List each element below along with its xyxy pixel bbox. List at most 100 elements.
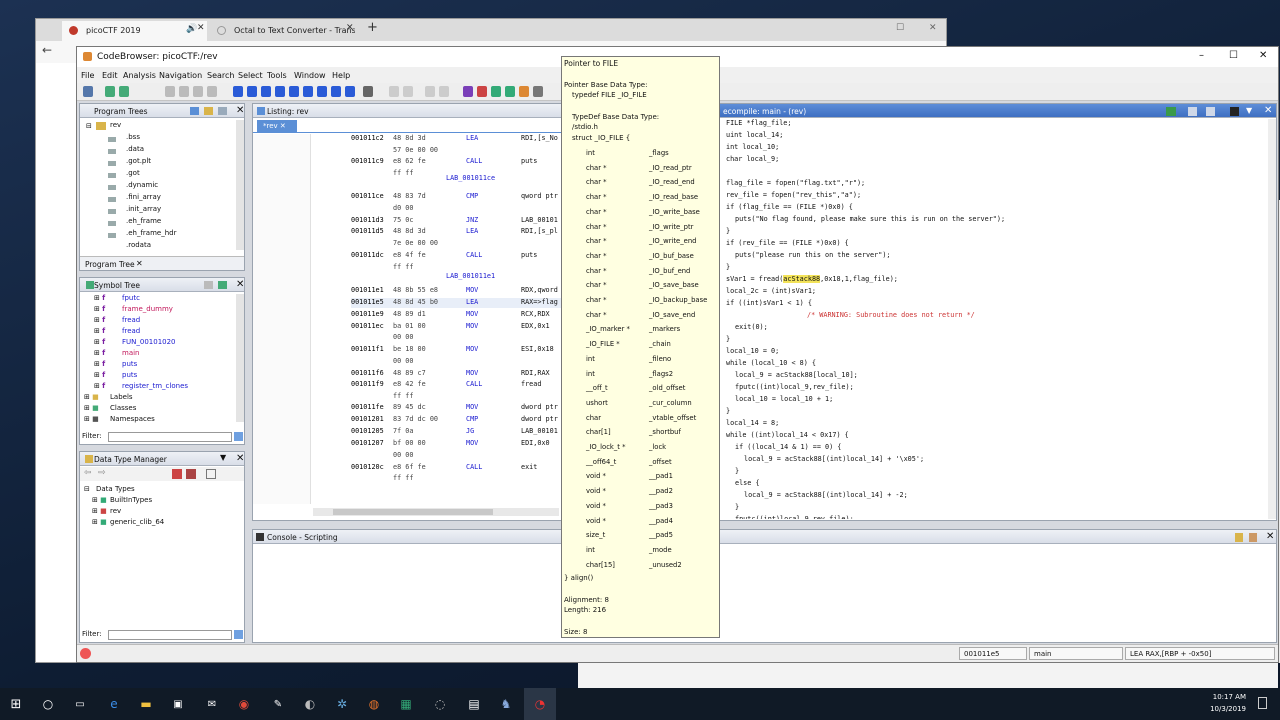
symbol-item[interactable]: main xyxy=(122,349,140,357)
code-line[interactable]: FILE *flag_file; xyxy=(726,119,791,127)
code-line[interactable]: if ((local_14 & 1) == 0) { xyxy=(735,443,841,451)
editor-icon[interactable]: ✎ xyxy=(270,696,286,712)
dropdown-icon[interactable]: ▼ xyxy=(220,453,226,462)
code-line[interactable]: } xyxy=(726,335,730,343)
close-icon[interactable]: ✕ xyxy=(1264,105,1272,116)
panel-icon[interactable] xyxy=(218,107,227,115)
listing-body[interactable]: LAB_001011ce LAB_001011e1 001011c2 48 8d 3d… xyxy=(351,134,561,504)
code-line[interactable]: local_10 = local_10 + 1; xyxy=(735,395,833,403)
tree-expand-icon[interactable]: ⊟ xyxy=(86,122,92,130)
rev-types-item[interactable]: rev xyxy=(110,507,121,515)
symbol-item[interactable]: puts xyxy=(122,371,137,379)
filter-options-icon[interactable] xyxy=(234,630,243,639)
snapshot-icon[interactable] xyxy=(1206,107,1215,116)
nav-external-icon[interactable] xyxy=(331,86,341,97)
start-icon[interactable]: ⊞ xyxy=(8,696,24,712)
task-view-icon[interactable]: ▭ xyxy=(72,696,88,712)
symbol-item[interactable]: fread xyxy=(122,316,140,324)
code-line[interactable]: while (local_10 < 8) { xyxy=(726,359,816,367)
nav-function-icon[interactable] xyxy=(303,86,313,97)
tree-item[interactable]: .got.plt xyxy=(126,157,151,165)
code-line[interactable]: fputc((int)local_9,rev_file); xyxy=(735,515,854,519)
tree-item[interactable]: .eh_frame xyxy=(126,217,161,225)
toolbar-icon[interactable] xyxy=(477,86,487,97)
network-app-icon[interactable]: ✲ xyxy=(334,696,350,712)
menu-help[interactable]: Help xyxy=(332,71,350,80)
data-types-root[interactable]: Data Types xyxy=(96,485,135,493)
check-icon[interactable] xyxy=(463,86,473,97)
code-line[interactable]: puts("No flag found, please make sure th… xyxy=(735,215,1005,223)
browser-tab-octal[interactable]: Octal to Text Converter - Trans xyxy=(210,21,355,41)
close-button[interactable]: ✕ xyxy=(1259,50,1267,61)
symbol-filter-input[interactable] xyxy=(108,432,232,442)
symbol-item[interactable]: FUN_00101020 xyxy=(122,338,176,346)
app-icon[interactable]: ♞ xyxy=(498,696,514,712)
code-line[interactable]: if (rev_file == (FILE *)0x0) { xyxy=(726,239,849,247)
symbol-item[interactable]: fputc xyxy=(122,294,140,302)
tree-item[interactable]: .dynamic xyxy=(126,181,158,189)
toolbar-icon[interactable] xyxy=(505,86,515,97)
code-line[interactable]: } xyxy=(735,503,739,511)
dropdown-icon[interactable] xyxy=(363,86,373,97)
close-tab-icon[interactable]: ✕ xyxy=(346,23,354,33)
code-line[interactable]: int local_10; xyxy=(726,143,779,151)
tree-item[interactable]: .bss xyxy=(126,133,140,141)
toolbar-icon[interactable] xyxy=(403,86,413,97)
tree-expand-icon[interactable]: ⊟ xyxy=(84,485,90,493)
nav-bookmark-icon[interactable] xyxy=(317,86,327,97)
minimize-icon[interactable]: ☐ xyxy=(896,23,904,33)
code-line[interactable]: sVar1 = fread(acStack88,0x18,1,flag_file… xyxy=(726,275,898,283)
panel-icon[interactable] xyxy=(204,281,213,289)
copy-icon[interactable] xyxy=(1188,107,1197,116)
classes-folder[interactable]: Classes xyxy=(110,404,136,412)
builtin-types-item[interactable]: BuiltInTypes xyxy=(110,496,152,504)
horizontal-scrollbar[interactable] xyxy=(313,508,559,516)
close-icon[interactable]: ✕ xyxy=(136,259,143,268)
code-line[interactable]: local_10 = 0; xyxy=(726,347,779,355)
nav-label-icon[interactable] xyxy=(289,86,299,97)
redo-icon[interactable] xyxy=(439,86,449,97)
toolbar-icon[interactable] xyxy=(179,86,189,97)
filter-icon[interactable] xyxy=(186,469,196,479)
lock-icon[interactable] xyxy=(1235,533,1243,542)
code-line[interactable]: else { xyxy=(735,479,760,487)
maximize-button[interactable]: ☐ xyxy=(1229,50,1238,61)
code-line[interactable]: } xyxy=(726,227,730,235)
print-icon[interactable] xyxy=(1230,107,1239,116)
symbol-item[interactable]: register_tm_clones xyxy=(122,382,188,390)
code-line[interactable]: char local_9; xyxy=(726,155,779,163)
toolbar-icon[interactable] xyxy=(533,86,543,97)
nav-undefined-icon[interactable] xyxy=(275,86,285,97)
firefox-icon[interactable]: ◍ xyxy=(366,696,382,712)
scrollbar[interactable] xyxy=(236,120,244,250)
file-explorer-icon[interactable]: ▬ xyxy=(138,696,154,712)
speaker-icon[interactable]: 🔊 xyxy=(186,24,197,34)
data-type-filter-input[interactable] xyxy=(108,630,232,640)
toolbar-icon[interactable] xyxy=(193,86,203,97)
code-line[interactable]: local_2c = (int)sVar1; xyxy=(726,287,816,295)
chrome-icon[interactable]: ◉ xyxy=(236,696,252,712)
minimize-button[interactable]: – xyxy=(1199,50,1204,61)
listing-label[interactable]: LAB_001011ce xyxy=(446,174,495,182)
save-icon[interactable] xyxy=(83,86,93,97)
tree-item[interactable]: .rodata xyxy=(126,241,151,249)
panel-icon[interactable] xyxy=(218,281,227,289)
code-line[interactable]: } xyxy=(726,407,730,415)
undo-icon[interactable] xyxy=(425,86,435,97)
mail-icon[interactable]: ✉ xyxy=(204,696,220,712)
nav-down-icon[interactable] xyxy=(233,86,243,97)
labels-folder[interactable]: Labels xyxy=(110,393,133,401)
code-line[interactable]: /* WARNING: Subroutine does not return *… xyxy=(807,311,975,319)
symbol-item[interactable]: puts xyxy=(122,360,137,368)
code-line[interactable]: } xyxy=(726,263,730,271)
app-icon[interactable]: ◐ xyxy=(302,696,318,712)
close-tab-icon[interactable]: ✕ xyxy=(197,23,205,33)
generic-clib-item[interactable]: generic_clib_64 xyxy=(110,518,164,526)
menu-search[interactable]: Search xyxy=(207,71,234,80)
menu-window[interactable]: Window xyxy=(294,71,326,80)
scrollbar-thumb[interactable] xyxy=(333,509,493,515)
code-line[interactable]: local_9 = acStack88[(int)local_14] + -2; xyxy=(744,491,908,499)
code-line[interactable]: if (flag_file == (FILE *)0x0) { xyxy=(726,203,853,211)
nav-instruction-icon[interactable] xyxy=(247,86,257,97)
tree-item[interactable]: .init_array xyxy=(126,205,161,213)
